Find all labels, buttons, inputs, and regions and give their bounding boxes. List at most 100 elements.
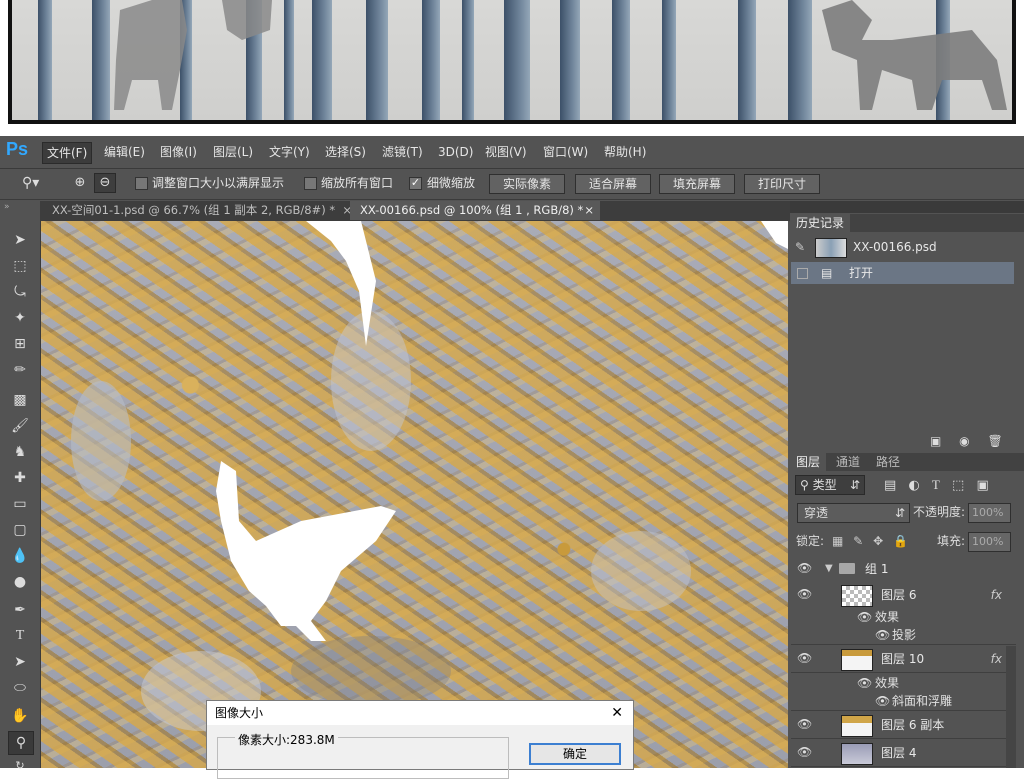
visibility-eye-icon[interactable]: 👁 bbox=[797, 651, 812, 665]
group-expand-icon[interactable]: ▼ bbox=[825, 556, 833, 582]
magic-wand-tool-icon[interactable]: ✦ bbox=[8, 307, 32, 329]
chevron-down-icon: ⇵ bbox=[849, 478, 860, 492]
blur-tool-icon[interactable]: 💧 bbox=[8, 545, 32, 567]
history-state-checkbox[interactable] bbox=[797, 268, 808, 279]
type-tool-icon[interactable]: T bbox=[8, 625, 32, 647]
menu-view[interactable]: 视图(V) bbox=[481, 142, 531, 162]
hand-tool-icon[interactable]: ✋ bbox=[8, 705, 32, 727]
brush-tool-icon[interactable]: 🖌 bbox=[8, 415, 32, 437]
layer-effects-row[interactable]: 👁 效果 bbox=[791, 674, 1016, 692]
print-size-button[interactable]: 打印尺寸 bbox=[744, 174, 820, 194]
lock-image-icon[interactable]: ✎ bbox=[853, 534, 863, 548]
layer-row[interactable]: 👁 图层 6 副本 bbox=[791, 712, 1016, 739]
filter-adjustment-icon[interactable]: ◐ bbox=[908, 478, 919, 493]
lock-transparent-icon[interactable]: ▦ bbox=[832, 534, 843, 548]
menu-filter[interactable]: 滤镜(T) bbox=[378, 142, 427, 162]
lasso-tool-icon[interactable]: ⤿ bbox=[8, 281, 32, 303]
menu-select[interactable]: 选择(S) bbox=[321, 142, 370, 162]
layer-filter-kind-select[interactable]: ⚲ 类型 ⇵ bbox=[795, 475, 865, 495]
move-tool-icon[interactable]: ➤ bbox=[8, 229, 32, 251]
opacity-input[interactable]: 100% bbox=[968, 503, 1011, 523]
filter-shape-icon[interactable]: ⬚ bbox=[952, 478, 964, 493]
visibility-eye-icon[interactable]: 👁 bbox=[797, 717, 812, 731]
zoom-tool-icon[interactable]: ⚲ bbox=[8, 731, 34, 755]
layer-row[interactable]: 👁 图层 4 bbox=[791, 740, 1016, 767]
swap-colors-icon[interactable]: ↻ bbox=[8, 755, 32, 777]
fit-screen-button[interactable]: 适合屏幕 bbox=[575, 174, 651, 194]
zoom-all-windows-checkbox[interactable] bbox=[304, 177, 317, 190]
path-selection-tool-icon[interactable]: ➤ bbox=[8, 651, 32, 673]
layer-row[interactable]: 👁 图层 6 fx bbox=[791, 582, 1016, 609]
actual-pixels-button[interactable]: 实际像素 bbox=[489, 174, 565, 194]
clone-stamp-tool-icon[interactable]: ♞ bbox=[8, 441, 32, 463]
layer-row[interactable]: 👁 图层 10 fx bbox=[791, 646, 1016, 673]
effect-eye-icon[interactable]: 👁 bbox=[875, 692, 890, 710]
menu-layer[interactable]: 图层(L) bbox=[209, 142, 257, 162]
effects-eye-icon[interactable]: 👁 bbox=[857, 674, 872, 692]
menu-edit[interactable]: 编辑(E) bbox=[100, 142, 149, 162]
tab-channels[interactable]: 通道 bbox=[830, 453, 866, 471]
pen-tool-icon[interactable]: ✒ bbox=[8, 599, 32, 621]
history-snapshot[interactable]: ✎ XX-00166.psd bbox=[791, 236, 1014, 258]
history-state-open[interactable]: ▤ 打开 bbox=[791, 262, 1014, 284]
zoom-tool-preset-icon[interactable]: ⚲▾ bbox=[22, 174, 52, 192]
close-icon[interactable]: ✕ bbox=[611, 701, 623, 725]
filter-smart-object-icon[interactable]: ▣ bbox=[976, 478, 988, 493]
menu-window[interactable]: 窗口(W) bbox=[539, 142, 592, 162]
filter-kind-label: 类型 bbox=[812, 478, 837, 492]
tab-space01[interactable]: XX-空间01-1.psd @ 66.7% (组 1 副本 2, RGB/8#)… bbox=[42, 201, 352, 220]
crop-tool-icon[interactable]: ⊞ bbox=[8, 333, 32, 355]
fill-input[interactable]: 100% bbox=[968, 532, 1011, 552]
zoom-out-icon[interactable]: ⊖ bbox=[94, 173, 116, 193]
eyedropper-tool-icon[interactable]: ✏ bbox=[8, 359, 32, 381]
lock-position-icon[interactable]: ✥ bbox=[873, 534, 883, 548]
document-canvas[interactable] bbox=[41, 221, 788, 768]
ellipse-tool-icon[interactable]: ⬭ bbox=[8, 677, 32, 699]
visibility-eye-icon[interactable]: 👁 bbox=[797, 587, 812, 601]
layer-effect-row[interactable]: 👁 斜面和浮雕 bbox=[791, 692, 1016, 711]
history-brush-source-icon[interactable]: ✎ bbox=[795, 236, 805, 258]
ok-button[interactable]: 确定 bbox=[529, 743, 621, 765]
layer-group-1[interactable]: 👁 ▼ 组 1 bbox=[791, 556, 1016, 583]
menu-image[interactable]: 图像(I) bbox=[156, 142, 201, 162]
visibility-eye-icon[interactable]: 👁 bbox=[797, 561, 812, 575]
tab-paths[interactable]: 路径 bbox=[870, 453, 906, 471]
marquee-tool-icon[interactable]: ⬚ bbox=[8, 255, 32, 277]
scrubby-zoom-checkbox[interactable]: ✓ bbox=[409, 177, 422, 190]
tools-collapse-icon[interactable]: » bbox=[4, 203, 34, 212]
gradient-tool-icon[interactable]: ▢ bbox=[8, 519, 32, 541]
visibility-eye-icon[interactable]: 👁 bbox=[797, 745, 812, 759]
eraser-tool-icon[interactable]: ▭ bbox=[8, 493, 32, 515]
delete-state-icon[interactable]: 🗑 bbox=[987, 434, 1002, 448]
layer-fx-icon[interactable]: fx bbox=[991, 582, 1002, 608]
effect-eye-icon[interactable]: 👁 bbox=[875, 626, 890, 644]
tab-close-icon[interactable]: × bbox=[584, 201, 594, 220]
tab-layers[interactable]: 图层 bbox=[790, 453, 827, 471]
effects-eye-icon[interactable]: 👁 bbox=[857, 608, 872, 626]
layer-effect-row[interactable]: 👁 投影 bbox=[791, 626, 1016, 645]
layer-filter-icons: ▤ ◐ T ⬚ ▣ bbox=[884, 476, 1024, 494]
zoom-in-icon[interactable]: ⊕ bbox=[70, 174, 90, 192]
menu-file[interactable]: 文件(F) bbox=[42, 142, 93, 164]
effects-label: 效果 bbox=[875, 610, 900, 624]
tab-xx-00166[interactable]: XX-00166.psd @ 100% (组 1 , RGB/8) * × bbox=[350, 201, 600, 220]
history-brush-tool-icon[interactable]: ✚ bbox=[8, 467, 32, 489]
menu-help[interactable]: 帮助(H) bbox=[600, 142, 650, 162]
layer-fx-icon[interactable]: fx bbox=[991, 646, 1002, 672]
layers-scrollbar[interactable] bbox=[1006, 646, 1016, 768]
menu-3d[interactable]: 3D(D) bbox=[434, 142, 477, 162]
fill-screen-button[interactable]: 填充屏幕 bbox=[659, 174, 735, 194]
resize-windows-checkbox[interactable] bbox=[135, 177, 148, 190]
blend-mode-select[interactable]: 穿透 ⇵ bbox=[797, 503, 910, 523]
blend-mode-value: 穿透 bbox=[804, 506, 829, 520]
menu-type[interactable]: 文字(Y) bbox=[265, 142, 314, 162]
lock-all-icon[interactable]: 🔒 bbox=[893, 534, 908, 548]
new-document-from-state-icon[interactable]: ▣ bbox=[930, 434, 941, 448]
filter-type-icon[interactable]: T bbox=[932, 477, 940, 492]
tab-history[interactable]: 历史记录 bbox=[790, 214, 851, 232]
healing-brush-tool-icon[interactable]: ▩ bbox=[8, 389, 32, 411]
new-snapshot-icon[interactable]: ◉ bbox=[959, 434, 969, 448]
layer-effects-row[interactable]: 👁 效果 bbox=[791, 608, 1016, 626]
filter-pixel-icon[interactable]: ▤ bbox=[884, 478, 896, 493]
dodge-tool-icon[interactable]: ● bbox=[8, 571, 32, 593]
